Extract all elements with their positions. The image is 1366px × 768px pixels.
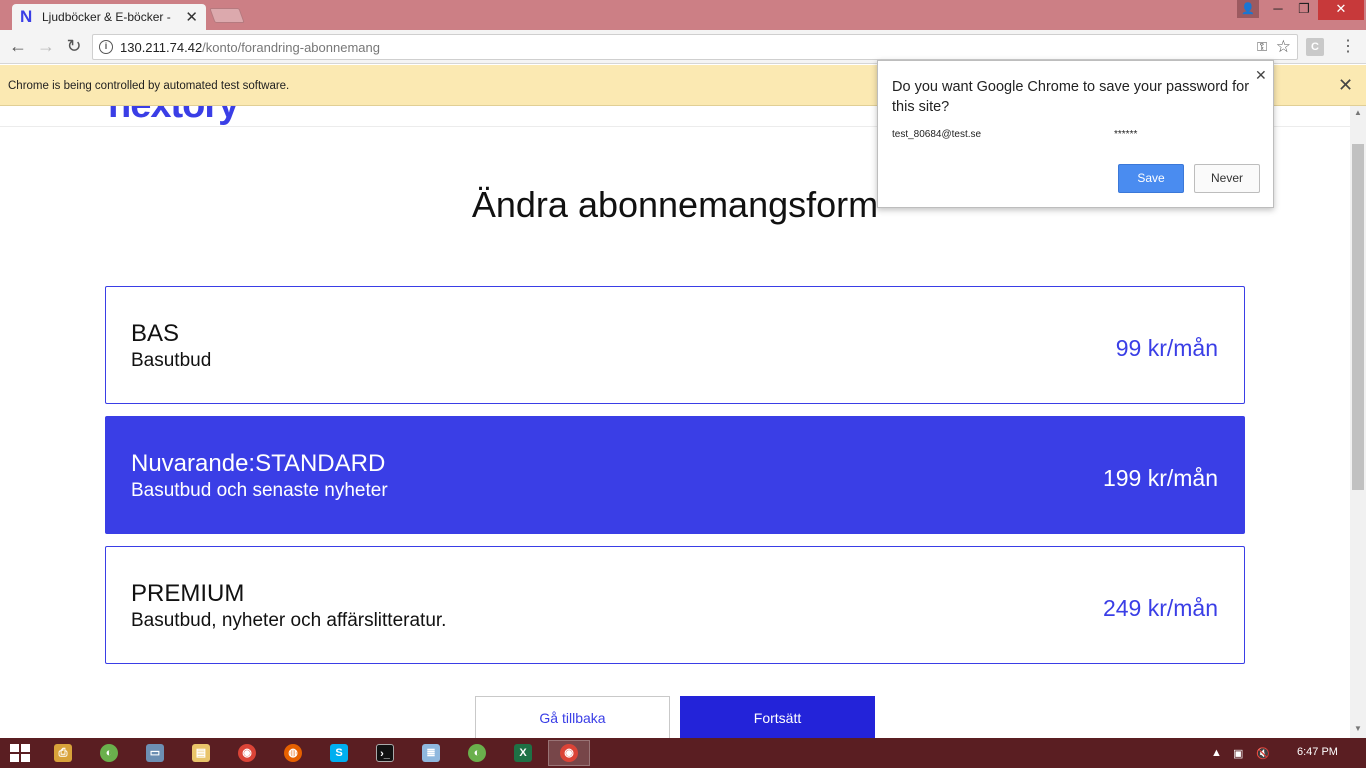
never-save-button[interactable]: Never [1194, 164, 1260, 193]
taskbar-chrome-icon[interactable]: ◉ [226, 740, 268, 766]
plan-price: 199 kr/mån [1102, 465, 1218, 491]
save-password-button[interactable]: Save [1118, 164, 1184, 193]
taskbar-chrome-active-icon[interactable]: ◉ [548, 740, 590, 766]
key-icon[interactable]: ⚿ [1257, 39, 1267, 55]
address-bar[interactable]: i 130.211.74.42 /konto/forandring-abonne… [92, 34, 1298, 60]
window-close-button[interactable]: ✕ [1318, 0, 1364, 20]
browser-titlebar: N Ljudböcker & E-böcker - ✕ 👤 ─ ❐ ✕ [0, 0, 1366, 30]
plan-price: 99 kr/mån [1115, 335, 1218, 361]
plan-option-standard[interactable]: Nuvarande:STANDARD Basutbud och senaste … [105, 416, 1245, 534]
tray-volume-muted-icon[interactable]: 🔇 [1256, 747, 1270, 760]
window-minimize-button[interactable]: ─ [1264, 0, 1292, 20]
nextory-favicon-icon: N [20, 7, 33, 26]
taskbar-network-icon[interactable]: ▭ [134, 740, 176, 766]
plan-name: BAS [131, 320, 180, 347]
plan-option-bas[interactable]: BAS Basutbud 99 kr/mån [105, 286, 1245, 404]
taskbar-spring-tool-icon[interactable]: ◐ [88, 740, 130, 766]
site-logo[interactable]: nextory [108, 106, 239, 127]
back-button[interactable]: Gå tillbaka [475, 696, 670, 738]
infobar-close-icon[interactable]: ✕ [1338, 75, 1353, 96]
taskbar-excel-icon[interactable]: X [502, 740, 544, 766]
plan-name: PREMIUM [131, 580, 245, 607]
saved-password: ****** [1114, 129, 1138, 140]
saved-username: test_80684@test.se [892, 129, 982, 140]
new-tab-button[interactable] [209, 8, 245, 23]
tray-expand-icon[interactable]: ▲ [1211, 747, 1222, 759]
bubble-title: Do you want Google Chrome to save your p… [892, 79, 1250, 115]
back-arrow-icon[interactable]: ← [8, 36, 28, 56]
save-password-bubble: Do you want Google Chrome to save your p… [877, 60, 1274, 208]
scroll-thumb[interactable] [1352, 144, 1364, 490]
taskbar-firefox-icon[interactable]: ◍ [272, 740, 314, 766]
plan-price: 249 kr/mån [1102, 595, 1218, 621]
site-info-icon[interactable]: i [99, 40, 113, 54]
windows-start-icon[interactable] [10, 744, 30, 762]
taskbar-skype-icon[interactable]: S [318, 740, 360, 766]
forward-arrow-icon[interactable]: → [36, 36, 56, 56]
plan-description: Basutbud och senaste nyheter [131, 480, 388, 501]
taskbar-clock[interactable]: 6:47 PM [1297, 746, 1338, 758]
tray-network-icon[interactable]: ▣ [1233, 747, 1243, 760]
taskbar-file-explorer-icon[interactable]: ▤ [180, 740, 222, 766]
taskbar-command-prompt-icon[interactable]: ›_ [364, 740, 406, 766]
scroll-up-arrow-icon[interactable]: ▲ [1354, 108, 1362, 117]
plan-name: Nuvarande:STANDARD [131, 450, 386, 477]
url-host: 130.211.74.42 [120, 39, 203, 55]
extension-icon[interactable]: C [1306, 38, 1324, 56]
tab-title: Ljudböcker & E-böcker - [42, 10, 171, 24]
page-scrollbar[interactable]: ▲ ▼ [1350, 106, 1366, 738]
taskbar-remote-desktop-icon[interactable]: ⎙ [42, 740, 84, 766]
window-maximize-button[interactable]: ❐ [1290, 0, 1318, 20]
bubble-close-icon[interactable]: ✕ [1255, 67, 1267, 84]
scroll-down-arrow-icon[interactable]: ▼ [1354, 724, 1362, 733]
taskbar-notepad-icon[interactable]: ≣ [410, 740, 452, 766]
continue-button[interactable]: Fortsätt [680, 696, 875, 738]
browser-toolbar: ← → ↻ i 130.211.74.42 /konto/forandring-… [0, 30, 1366, 64]
browser-tab[interactable]: N Ljudböcker & E-böcker - ✕ [12, 4, 206, 30]
infobar-text: Chrome is being controlled by automated … [8, 80, 290, 92]
url-path: /konto/forandring-abonnemang [202, 39, 380, 55]
user-profile-icon[interactable]: 👤 [1237, 0, 1259, 18]
plan-option-premium[interactable]: PREMIUM Basutbud, nyheter och affärslitt… [105, 546, 1245, 664]
windows-taskbar: ⎙ ◐ ▭ ▤ ◉ ◍ S ›_ ≣ ◐ X ◉ ▲ ▣ 🔇 6:47 PM [0, 738, 1366, 768]
plan-description: Basutbud, nyheter och affärslitteratur. [131, 610, 447, 631]
plan-description: Basutbud [131, 350, 212, 371]
bookmark-star-icon[interactable]: ☆ [1276, 37, 1291, 57]
tab-close-icon[interactable]: ✕ [185, 8, 198, 26]
menu-kebab-icon[interactable]: ⋮ [1340, 36, 1356, 56]
taskbar-spring-tool-2-icon[interactable]: ◐ [456, 740, 498, 766]
reload-icon[interactable]: ↻ [64, 36, 84, 56]
